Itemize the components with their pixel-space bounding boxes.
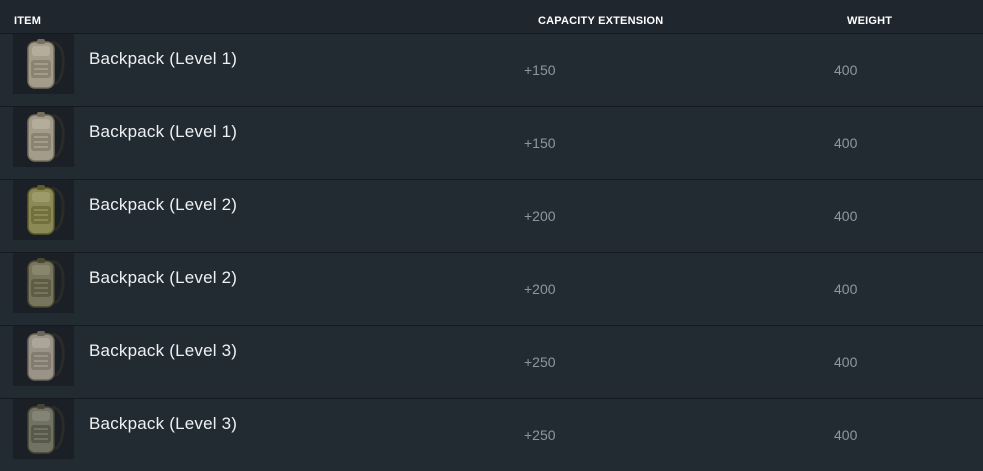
capacity-value: +250	[524, 354, 556, 370]
weight-value: 400	[834, 354, 858, 370]
weight-value: 400	[834, 135, 858, 151]
table-row[interactable]: Backpack (Level 1) +150 400	[0, 106, 983, 179]
item-name: Backpack (Level 2)	[89, 195, 238, 214]
item-name: Backpack (Level 2)	[89, 268, 238, 287]
item-name: Backpack (Level 1)	[89, 122, 238, 141]
table-row[interactable]: Backpack (Level 3) +250 400	[0, 325, 983, 398]
column-header-item[interactable]: ITEM	[14, 15, 41, 27]
weight-value: 400	[834, 62, 858, 78]
capacity-value: +150	[524, 62, 556, 78]
backpack-icon	[13, 399, 74, 459]
item-name: Backpack (Level 3)	[89, 341, 238, 360]
item-name: Backpack (Level 3)	[89, 414, 238, 433]
column-header-capacity[interactable]: CAPACITY EXTENSION	[538, 15, 663, 27]
backpack-icon	[13, 107, 74, 167]
items-table: ITEM CAPACITY EXTENSION WEIGHT Backpack …	[0, 0, 983, 471]
capacity-value: +150	[524, 135, 556, 151]
table-row[interactable]: Backpack (Level 2) +200 400	[0, 252, 983, 325]
table-row[interactable]: Backpack (Level 1) +150 400	[0, 33, 983, 106]
weight-value: 400	[834, 208, 858, 224]
capacity-value: +250	[524, 427, 556, 443]
table-header: ITEM CAPACITY EXTENSION WEIGHT	[0, 0, 983, 33]
capacity-value: +200	[524, 208, 556, 224]
backpack-icon	[13, 180, 74, 240]
capacity-value: +200	[524, 281, 556, 297]
backpack-icon	[13, 326, 74, 386]
column-header-weight[interactable]: WEIGHT	[847, 15, 892, 27]
table-row[interactable]: Backpack (Level 2) +200 400	[0, 179, 983, 252]
weight-value: 400	[834, 427, 858, 443]
table-row[interactable]: Backpack (Level 3) +250 400	[0, 398, 983, 471]
backpack-icon	[13, 34, 74, 94]
weight-value: 400	[834, 281, 858, 297]
backpack-icon	[13, 253, 74, 313]
item-name: Backpack (Level 1)	[89, 49, 238, 68]
